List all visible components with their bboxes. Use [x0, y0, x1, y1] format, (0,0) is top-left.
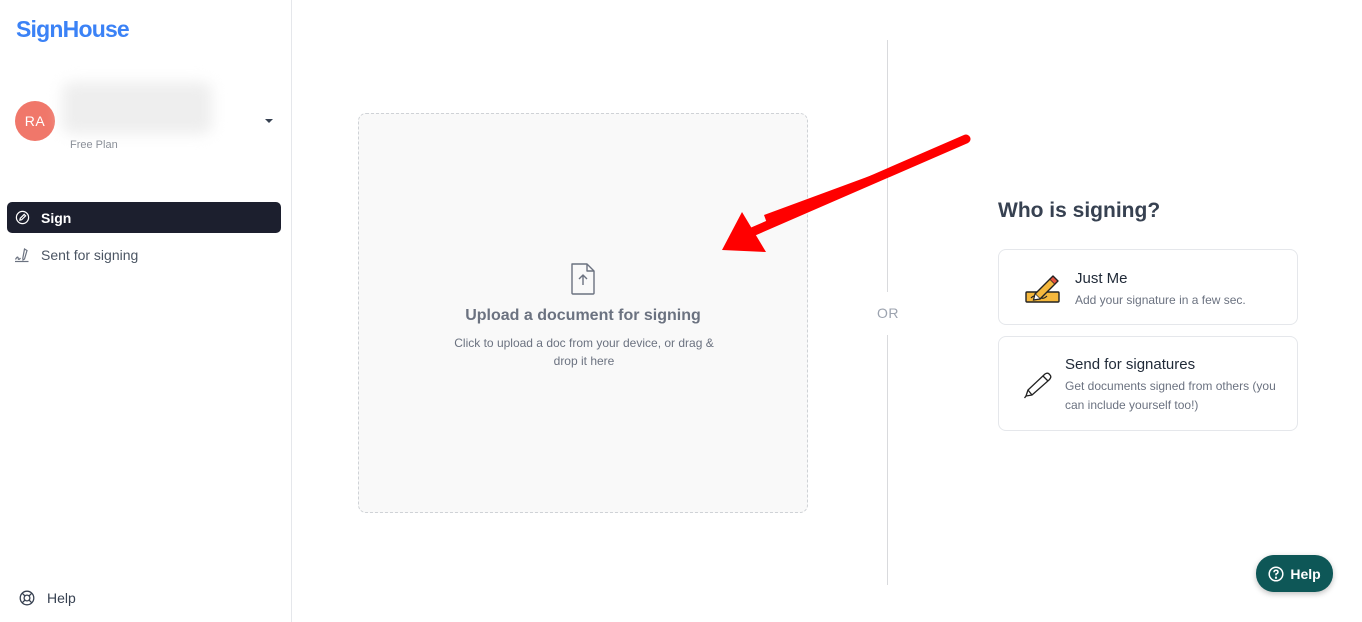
upload-subtitle: Click to upload a doc from your device, …	[454, 336, 714, 368]
nav-item-label: Sign	[41, 209, 72, 226]
app-root: SignHouse RA Free Plan Sign Sent for sig…	[0, 0, 1362, 622]
logo[interactable]: SignHouse	[16, 16, 130, 43]
pen-icon	[1023, 371, 1055, 404]
signature-icon	[14, 247, 30, 263]
send-for-signatures-option[interactable]: Send for signatures Get documents signed…	[998, 336, 1298, 431]
nav-item-sent-for-signing[interactable]: Sent for signing	[7, 239, 281, 270]
pen-circle-icon	[14, 210, 30, 226]
just-me-option[interactable]: Just Me Add your signature in a few sec.	[998, 249, 1298, 325]
sidebar: SignHouse RA Free Plan Sign Sent for sig…	[0, 0, 292, 622]
avatar: RA	[15, 101, 55, 141]
writing-hand-icon	[1025, 272, 1061, 309]
user-menu[interactable]: RA Free Plan	[14, 80, 280, 160]
help-button-label: Help	[1290, 565, 1321, 582]
option-description: Add your signature in a few sec.	[1075, 293, 1246, 307]
annotation-arrow	[722, 134, 971, 252]
caret-down-icon[interactable]	[265, 119, 273, 123]
question-circle-icon	[1268, 565, 1284, 582]
sidebar-help-link[interactable]: Help	[19, 590, 76, 606]
file-upload-icon	[569, 262, 597, 301]
upload-title: Upload a document for signing	[465, 307, 701, 324]
option-description: Get documents signed from others (you ca…	[1065, 379, 1276, 412]
divider-line	[887, 335, 888, 585]
help-label: Help	[47, 590, 76, 606]
nav-item-sign[interactable]: Sign	[7, 202, 281, 233]
user-name-redacted	[62, 82, 212, 134]
or-label: OR	[877, 305, 899, 321]
option-title: Just Me	[1075, 270, 1128, 287]
help-button[interactable]: Help	[1256, 555, 1333, 592]
who-signing-title: Who is signing?	[998, 199, 1161, 222]
lifebuoy-icon	[19, 590, 35, 606]
plan-label: Free Plan	[70, 139, 118, 151]
nav-item-label: Sent for signing	[41, 246, 139, 263]
option-title: Send for signatures	[1065, 356, 1196, 373]
